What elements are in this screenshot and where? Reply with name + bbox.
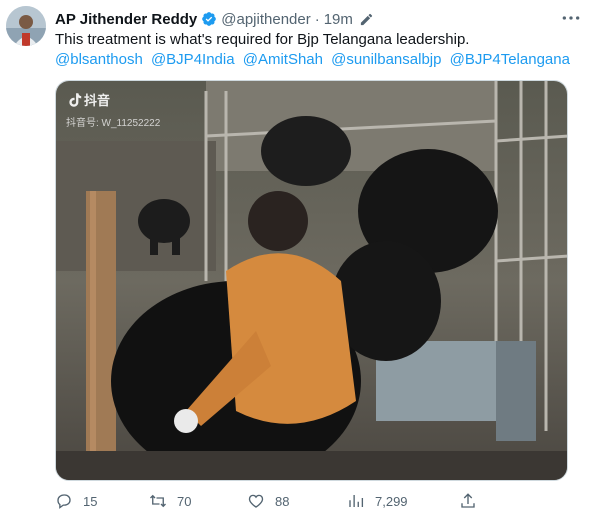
mention-link[interactable]: @BJP4India (151, 51, 235, 68)
more-icon[interactable] (560, 9, 582, 27)
retweet-icon (150, 494, 166, 508)
mention-link[interactable]: @blsanthosh (55, 51, 143, 68)
retweet-button[interactable]: 70 (149, 492, 191, 510)
watermark-id: 抖音号: W_11252222 (66, 118, 161, 129)
like-button[interactable]: 88 (247, 492, 289, 510)
video-player[interactable]: 抖音 抖音号: W_11252222 (55, 80, 568, 481)
reply-button[interactable]: 15 (55, 492, 97, 510)
tiktok-logo-icon (69, 92, 82, 107)
verified-badge-icon (201, 11, 217, 27)
mention-link[interactable]: @AmitShah (243, 51, 323, 68)
edit-icon (359, 12, 374, 27)
timestamp[interactable]: 19m (324, 11, 353, 28)
mention-link[interactable]: @BJP4Telangana (450, 51, 570, 68)
views-count: 7,299 (375, 493, 408, 509)
share-button[interactable] (459, 492, 487, 510)
separator-dot: · (314, 10, 320, 28)
reply-icon (57, 494, 71, 509)
retweet-count: 70 (177, 493, 192, 509)
tweet-header: AP Jithender Reddy @apjithender · 19m (55, 9, 588, 29)
views-button[interactable]: 7,299 (347, 492, 408, 510)
like-count: 88 (275, 493, 290, 509)
author-handle[interactable]: @apjithender (221, 11, 310, 28)
tweet-body: This treatment is what's required for Bj… (55, 31, 470, 48)
like-icon (248, 494, 264, 508)
reply-count: 15 (83, 493, 98, 509)
tweet[interactable]: AP Jithender Reddy @apjithender · 19m Th… (0, 0, 598, 521)
tiktok-watermark: 抖音 (66, 90, 110, 109)
author-name[interactable]: AP Jithender Reddy (55, 11, 197, 28)
action-bar: 15 70 88 7,299 (55, 492, 575, 514)
share-icon (461, 493, 475, 508)
tweet-text: This treatment is what's required for Bj… (55, 30, 585, 70)
mentions-line: @blsanthosh @BJP4India @AmitShah @sunilb… (55, 50, 585, 70)
avatar[interactable] (6, 6, 46, 46)
watermark-text: 抖音 (84, 93, 111, 108)
views-icon (349, 495, 364, 507)
mention-link[interactable]: @sunilbansalbjp (331, 51, 441, 68)
video-frame (56, 81, 567, 480)
